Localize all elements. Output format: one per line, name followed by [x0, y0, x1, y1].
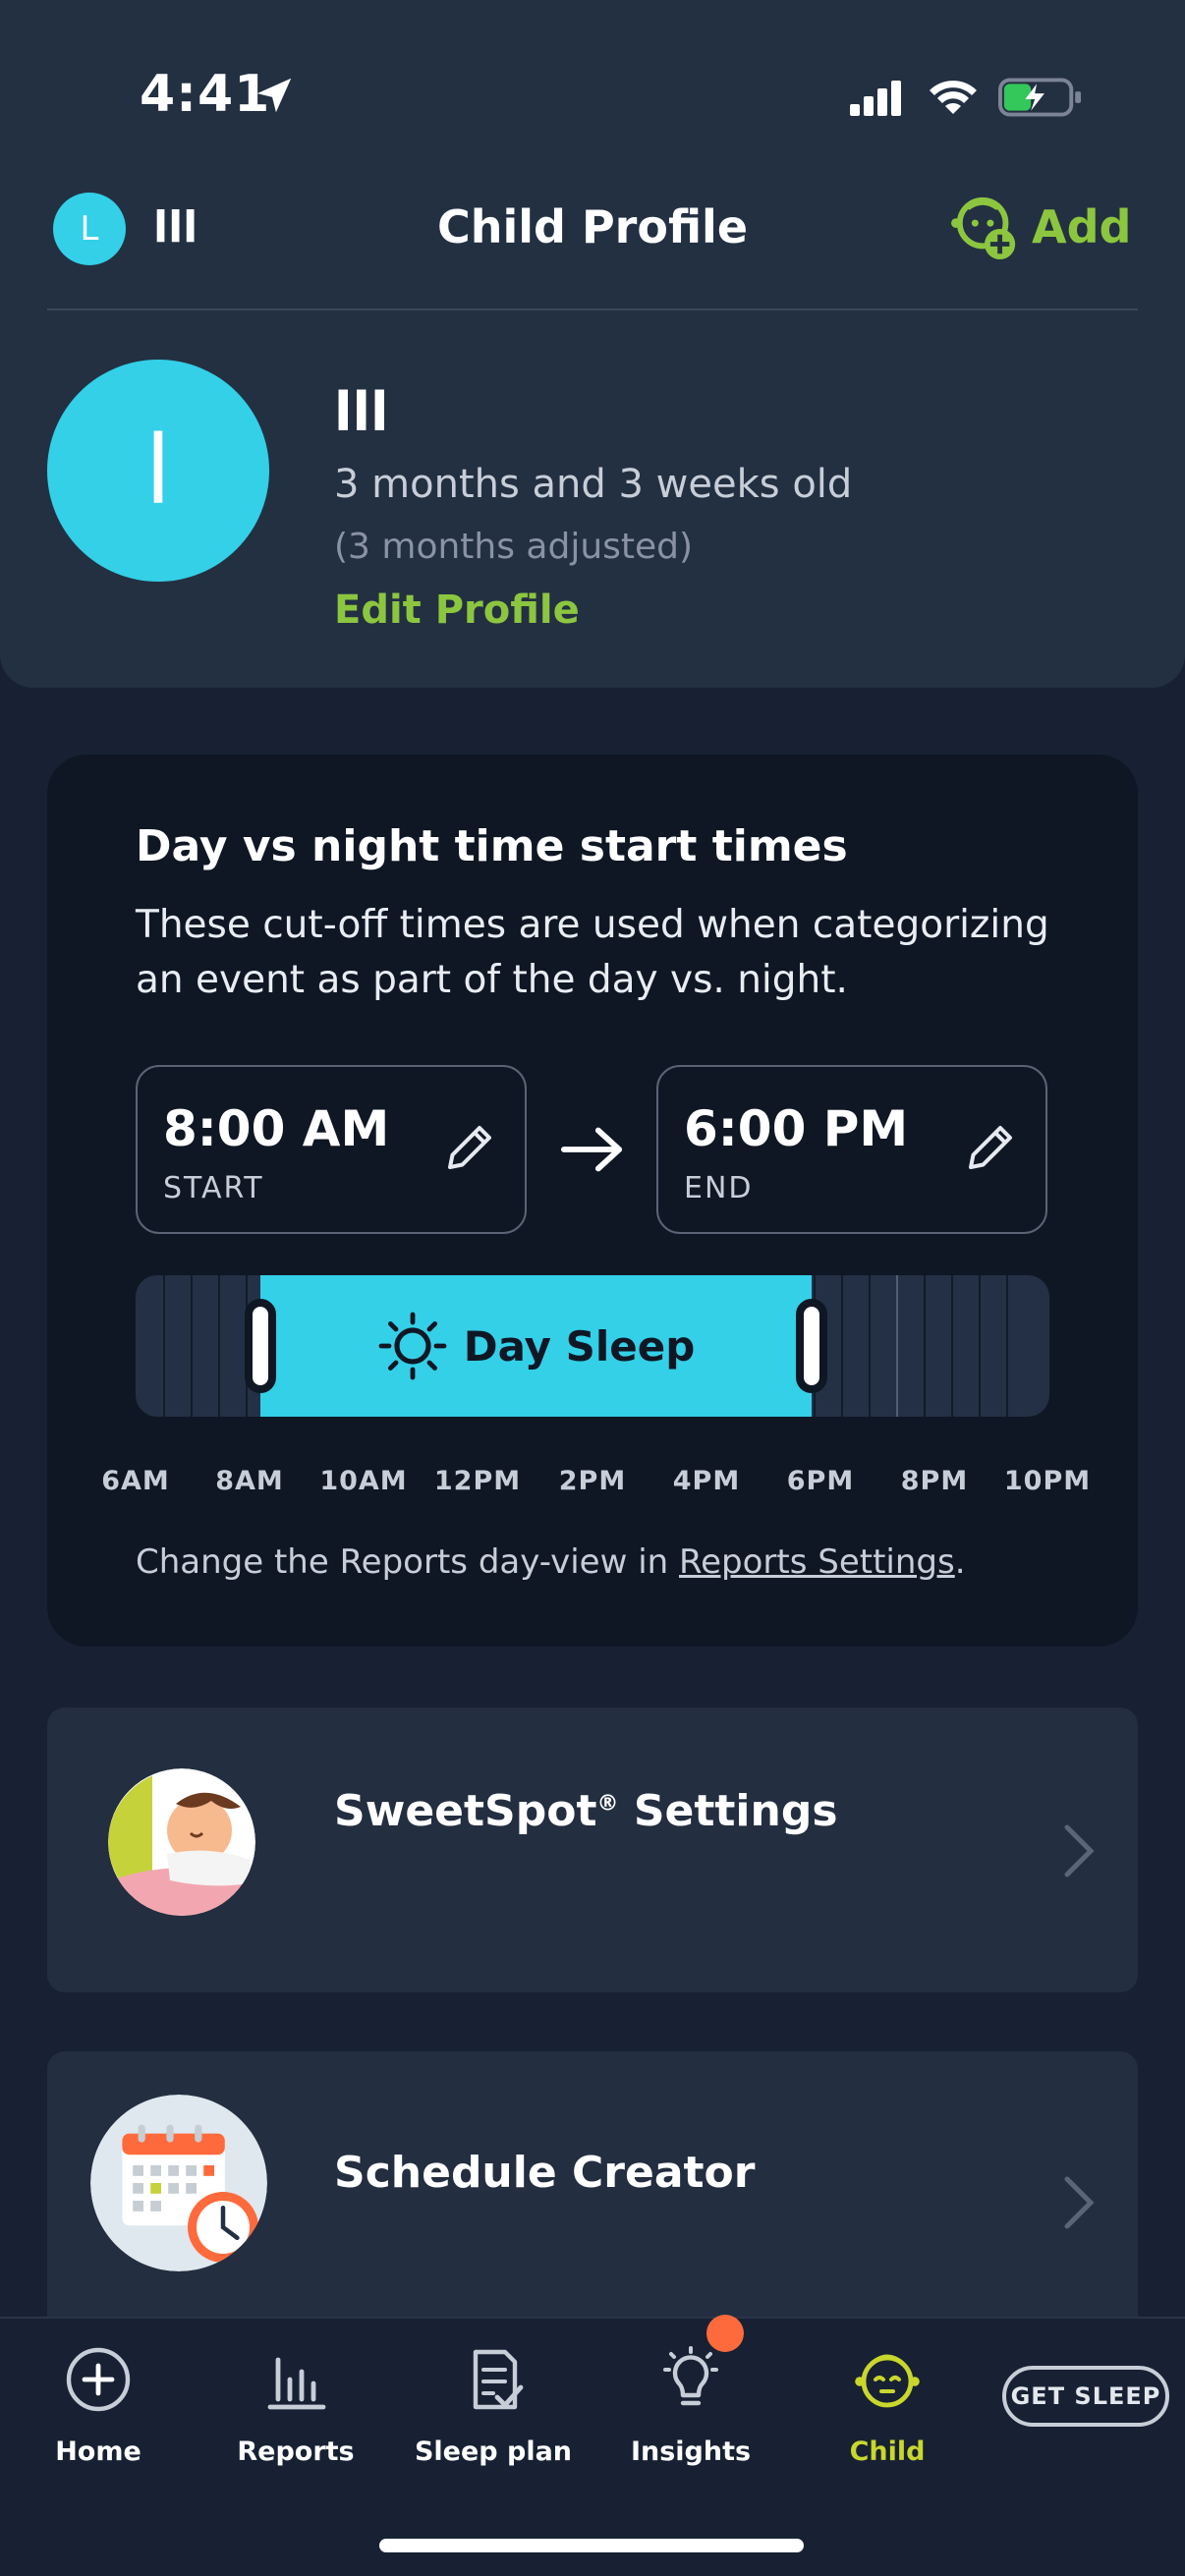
sleep-plan-icon	[473, 2349, 524, 2410]
add-label: Add	[1032, 200, 1132, 253]
day-night-description: These cut-off times are used when catego…	[136, 903, 1049, 1002]
child-adjusted-age: (3 months adjusted)	[334, 527, 694, 567]
nav-child-label: Child	[849, 2436, 926, 2467]
nav-insights[interactable]: Insights	[597, 2338, 784, 2476]
calendar-clock-icon	[90, 2095, 267, 2271]
day-night-title: Day vs night time start times	[136, 821, 848, 871]
reports-note-prefix: Change the Reports day-view in	[136, 1542, 680, 1582]
location-arrow-icon	[256, 78, 292, 113]
edit-profile-link[interactable]: Edit Profile	[334, 588, 580, 633]
timeline-tick	[924, 1275, 926, 1417]
pencil-icon	[969, 1126, 1012, 1169]
reports-settings-link[interactable]: Reports Settings	[679, 1542, 955, 1582]
registered-mark: ®	[596, 1791, 619, 1817]
bar-chart-icon	[267, 2357, 326, 2410]
nav-home[interactable]: Home	[5, 2338, 192, 2476]
cellular-signal-icon	[850, 81, 901, 116]
insights-notification-dot	[706, 2315, 744, 2352]
timeline-tick	[869, 1275, 871, 1417]
end-time-button[interactable]: 6:00 PM END	[656, 1065, 1047, 1234]
start-time-value: 8:00 AM	[163, 1100, 390, 1157]
timeline-tick	[163, 1275, 165, 1417]
sweetspot-title-text: SweetSpot	[334, 1786, 597, 1836]
timeline-label: 8PM	[900, 1466, 969, 1496]
reports-settings-note: Change the Reports day-view in Reports S…	[136, 1542, 966, 1582]
sweetspot-title-suffix: Settings	[618, 1786, 838, 1836]
add-child-button[interactable]: Add	[947, 193, 1131, 261]
baby-face-icon	[855, 2354, 920, 2408]
timeline-label: 10AM	[319, 1466, 408, 1496]
timeline-label: 8AM	[215, 1466, 284, 1496]
get-sleep-button[interactable]: GET SLEEP	[1002, 2366, 1169, 2427]
wifi-icon	[930, 81, 977, 114]
timeline-tick	[191, 1275, 193, 1417]
timeline-label: 2PM	[558, 1466, 627, 1496]
home-indicator[interactable]	[379, 2539, 804, 2552]
chevron-right-icon	[1064, 1824, 1095, 1877]
nav-reports-label: Reports	[237, 2436, 355, 2467]
child-avatar[interactable]: l	[47, 360, 269, 582]
pencil-icon	[448, 1126, 491, 1169]
timeline-labels: 6AM 8AM 10AM 12PM 2PM 4PM 6PM 8PM 10PM	[101, 1466, 1090, 1505]
schedule-creator-title: Schedule Creator	[334, 2148, 756, 2198]
header-divider	[47, 308, 1138, 310]
end-time-label: END	[684, 1171, 754, 1205]
timeline-label: 12PM	[433, 1466, 522, 1496]
nav-sleep-plan[interactable]: Sleep plan	[400, 2338, 587, 2476]
battery-charging-icon	[998, 78, 1082, 117]
day-sleep-text: Day Sleep	[463, 1321, 696, 1371]
timeline-tick	[1006, 1275, 1008, 1417]
lightbulb-icon	[663, 2346, 718, 2406]
home-plus-icon	[66, 2347, 131, 2412]
nav-sleep-plan-label: Sleep plan	[414, 2436, 573, 2467]
start-drag-handle[interactable]	[245, 1299, 276, 1393]
end-time-value: 6:00 PM	[684, 1100, 909, 1157]
end-drag-handle[interactable]	[796, 1299, 827, 1393]
timeline-tick	[979, 1275, 981, 1417]
timeline-tick	[951, 1275, 953, 1417]
nav-reports[interactable]: Reports	[202, 2338, 389, 2476]
add-baby-icon	[951, 196, 1016, 260]
day-sleep-label: Day Sleep	[260, 1275, 812, 1417]
timeline-label: 6PM	[786, 1466, 855, 1496]
sweetspot-baby-icon	[108, 1768, 255, 1916]
start-time-button[interactable]: 8:00 AM START	[136, 1065, 527, 1234]
nav-home-label: Home	[55, 2436, 141, 2467]
timeline-label: 4PM	[672, 1466, 741, 1496]
timeline-tick	[841, 1275, 843, 1417]
timeline-now-marker	[896, 1275, 898, 1417]
nav-child[interactable]: Child	[794, 2338, 981, 2476]
sun-icon	[378, 1312, 447, 1380]
nav-insights-label: Insights	[630, 2436, 752, 2467]
child-age: 3 months and 3 weeks old	[334, 462, 853, 507]
timeline-tick	[218, 1275, 220, 1417]
start-time-label: START	[163, 1171, 264, 1205]
reports-note-suffix: .	[954, 1542, 966, 1582]
timeline-label: 10PM	[1003, 1466, 1092, 1496]
timeline-label: 6AM	[101, 1466, 170, 1496]
arrow-right-icon	[560, 1127, 623, 1172]
chevron-right-icon	[1064, 2176, 1095, 2229]
sweetspot-title: SweetSpot® Settings	[334, 1786, 838, 1836]
child-name: lll	[334, 381, 389, 443]
sweetspot-settings-card[interactable]: SweetSpot® Settings	[47, 1708, 1138, 1992]
